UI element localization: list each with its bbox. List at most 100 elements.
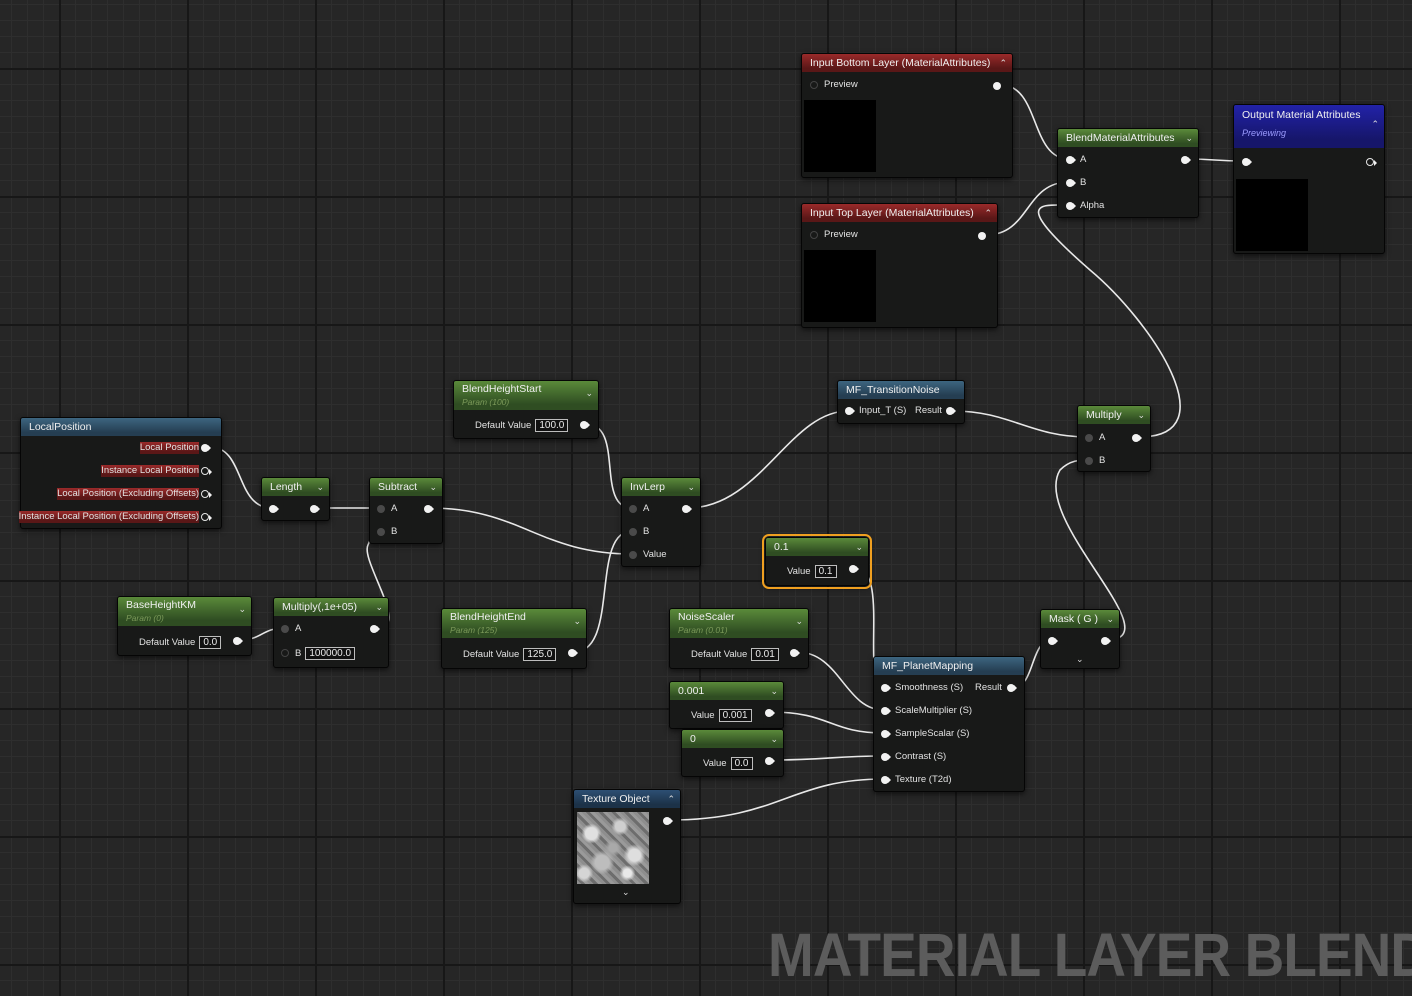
collapse-chevron-icon[interactable]: ⌄ <box>316 478 324 496</box>
input-pin-a[interactable] <box>377 505 385 513</box>
output-pin[interactable] <box>1366 158 1377 166</box>
collapse-chevron-icon[interactable]: ⌄ <box>770 682 778 700</box>
collapse-chevron-icon[interactable]: ⌃ <box>667 790 675 808</box>
input-pin-b[interactable] <box>629 528 637 536</box>
preview-input-pin[interactable] <box>810 81 818 89</box>
mf-planet-mapping-node[interactable]: MF_PlanetMapping Smoothness (S) Result S… <box>873 656 1025 792</box>
mask-g-node[interactable]: Mask ( G ) ⌄ ⌄ <box>1040 609 1120 669</box>
input-pin-smoothness[interactable] <box>881 684 891 692</box>
node-header[interactable]: MF_TransitionNoise <box>838 381 964 399</box>
output-pin[interactable] <box>310 505 320 513</box>
node-header[interactable]: Multiply(,1e+05) ⌄ <box>274 598 388 616</box>
node-header[interactable]: 0.1 ⌄ <box>766 538 868 556</box>
node-header[interactable]: Input Bottom Layer (MaterialAttributes) ⌃ <box>802 54 1012 72</box>
default-value-field[interactable]: 0.01 <box>751 648 779 661</box>
output-pin[interactable] <box>978 232 986 240</box>
constant-0-node[interactable]: 0 ⌄ Value 0.0 <box>681 729 784 777</box>
blend-height-end-node[interactable]: BlendHeightEnd Param (125) ⌄ Default Value… <box>441 608 587 669</box>
node-header[interactable]: 0 ⌄ <box>682 730 783 748</box>
node-header[interactable]: Multiply ⌄ <box>1078 406 1150 424</box>
collapse-chevron-icon[interactable]: ⌄ <box>573 614 581 629</box>
collapse-chevron-icon[interactable]: ⌄ <box>375 598 383 616</box>
output-pin[interactable] <box>993 82 1001 90</box>
node-header[interactable]: InvLerp ⌄ <box>622 478 700 496</box>
collapse-chevron-icon[interactable]: ⌄ <box>795 614 803 629</box>
input-pin-texture[interactable] <box>881 776 891 784</box>
output-pin-instance-local-position-excl[interactable] <box>201 513 212 521</box>
output-pin[interactable] <box>370 625 380 633</box>
output-pin[interactable] <box>765 757 775 765</box>
texture-object-node[interactable]: Texture Object ⌃ ⌄ <box>573 789 681 904</box>
length-node[interactable]: Length ⌄ <box>261 477 330 521</box>
constant-0-001-node[interactable]: 0.001 ⌄ Value 0.001 <box>669 681 784 729</box>
node-header[interactable]: LocalPosition <box>21 418 221 436</box>
output-pin[interactable] <box>682 505 692 513</box>
collapse-chevron-icon[interactable]: ⌄ <box>1137 406 1145 424</box>
collapse-chevron-icon[interactable]: ⌄ <box>429 478 437 496</box>
collapse-chevron-icon[interactable]: ⌄ <box>1185 129 1193 147</box>
node-header[interactable]: Subtract ⌄ <box>370 478 442 496</box>
output-pin-local-position-excl[interactable] <box>201 490 212 498</box>
node-header[interactable]: Mask ( G ) ⌄ <box>1041 610 1119 628</box>
output-pin-result[interactable] <box>946 407 956 415</box>
default-value-field[interactable]: 0.0 <box>199 636 222 649</box>
input-pin[interactable] <box>269 505 279 513</box>
collapse-chevron-icon[interactable]: ⌄ <box>855 538 863 556</box>
input-pin-scale-multiplier[interactable] <box>881 707 891 715</box>
value-field[interactable]: 0.0 <box>730 757 753 770</box>
input-pin-sample-scalar[interactable] <box>881 730 891 738</box>
value-field[interactable]: 0.1 <box>814 565 837 578</box>
subtract-node[interactable]: Subtract ⌄ A B <box>369 477 443 544</box>
expand-chevron-icon[interactable]: ⌄ <box>1076 654 1084 665</box>
value-field[interactable]: 0.001 <box>718 709 752 722</box>
output-pin[interactable] <box>765 709 775 717</box>
input-pin[interactable] <box>1242 158 1252 166</box>
b-value-field[interactable]: 100000.0 <box>305 647 356 660</box>
output-pin[interactable] <box>790 649 800 657</box>
output-pin-result[interactable] <box>1007 684 1017 692</box>
base-height-km-node[interactable]: BaseHeightKM Param (0) ⌄ Default Value 0.0 <box>117 596 252 656</box>
input-pin-a[interactable] <box>281 625 289 633</box>
output-pin-local-position[interactable] <box>201 444 211 452</box>
node-header[interactable]: Texture Object ⌃ <box>574 790 680 808</box>
node-header[interactable]: Output Material Attributes Previewing ⌃ <box>1234 105 1384 148</box>
multiply-node[interactable]: Multiply ⌄ A B <box>1077 405 1151 472</box>
mf-transition-noise-node[interactable]: MF_TransitionNoise Input_T (S) Result <box>837 380 965 424</box>
collapse-chevron-icon[interactable]: ⌃ <box>999 54 1007 72</box>
collapse-chevron-icon[interactable]: ⌃ <box>1371 115 1379 133</box>
node-header[interactable]: MF_PlanetMapping <box>874 657 1024 675</box>
collapse-chevron-icon[interactable]: ⌄ <box>585 386 593 401</box>
collapse-chevron-icon[interactable]: ⌄ <box>238 602 246 617</box>
collapse-chevron-icon[interactable]: ⌄ <box>770 730 778 748</box>
node-header[interactable]: Input Top Layer (MaterialAttributes) ⌃ <box>802 204 997 222</box>
blend-height-start-node[interactable]: BlendHeightStart Param (100) ⌄ Default Val… <box>453 380 599 439</box>
output-pin[interactable] <box>568 649 578 657</box>
output-pin[interactable] <box>1181 156 1191 164</box>
input-pin-a[interactable] <box>629 505 637 513</box>
local-position-node[interactable]: LocalPosition Local Position Instance Lo… <box>18 417 222 529</box>
node-header[interactable]: BlendHeightStart Param (100) ⌄ <box>454 381 598 410</box>
input-bottom-layer-node[interactable]: Input Bottom Layer (MaterialAttributes) ⌃… <box>801 53 1013 178</box>
blend-material-attributes-node[interactable]: BlendMaterialAttributes ⌄ A B Alpha <box>1057 128 1199 218</box>
input-pin[interactable] <box>1048 637 1058 645</box>
collapse-chevron-icon[interactable]: ⌃ <box>984 204 992 222</box>
output-pin[interactable] <box>663 817 673 825</box>
output-pin[interactable] <box>233 637 243 645</box>
node-header[interactable]: Length ⌄ <box>262 478 329 496</box>
output-pin[interactable] <box>849 565 859 573</box>
multiply-constant-node[interactable]: Multiply(,1e+05) ⌄ A B 100000.0 <box>273 597 389 668</box>
invlerp-node[interactable]: InvLerp ⌄ A B Value <box>621 477 701 567</box>
node-header[interactable]: BaseHeightKM Param (0) ⌄ <box>118 597 251 626</box>
output-pin[interactable] <box>1132 434 1142 442</box>
output-pin[interactable] <box>1101 637 1111 645</box>
output-pin[interactable] <box>424 505 434 513</box>
input-pin-input-t[interactable] <box>845 407 855 415</box>
default-value-field[interactable]: 100.0 <box>535 419 569 432</box>
input-pin-a[interactable] <box>1085 434 1093 442</box>
default-value-field[interactable]: 125.0 <box>523 648 557 661</box>
preview-input-pin[interactable] <box>810 231 818 239</box>
node-header[interactable]: BlendMaterialAttributes ⌄ <box>1058 129 1198 147</box>
input-pin-b[interactable] <box>1066 179 1076 187</box>
noise-scaler-node[interactable]: NoiseScaler Param (0.01) ⌄ Default Value 0.… <box>669 608 809 669</box>
node-header[interactable]: NoiseScaler Param (0.01) ⌄ <box>670 609 808 638</box>
